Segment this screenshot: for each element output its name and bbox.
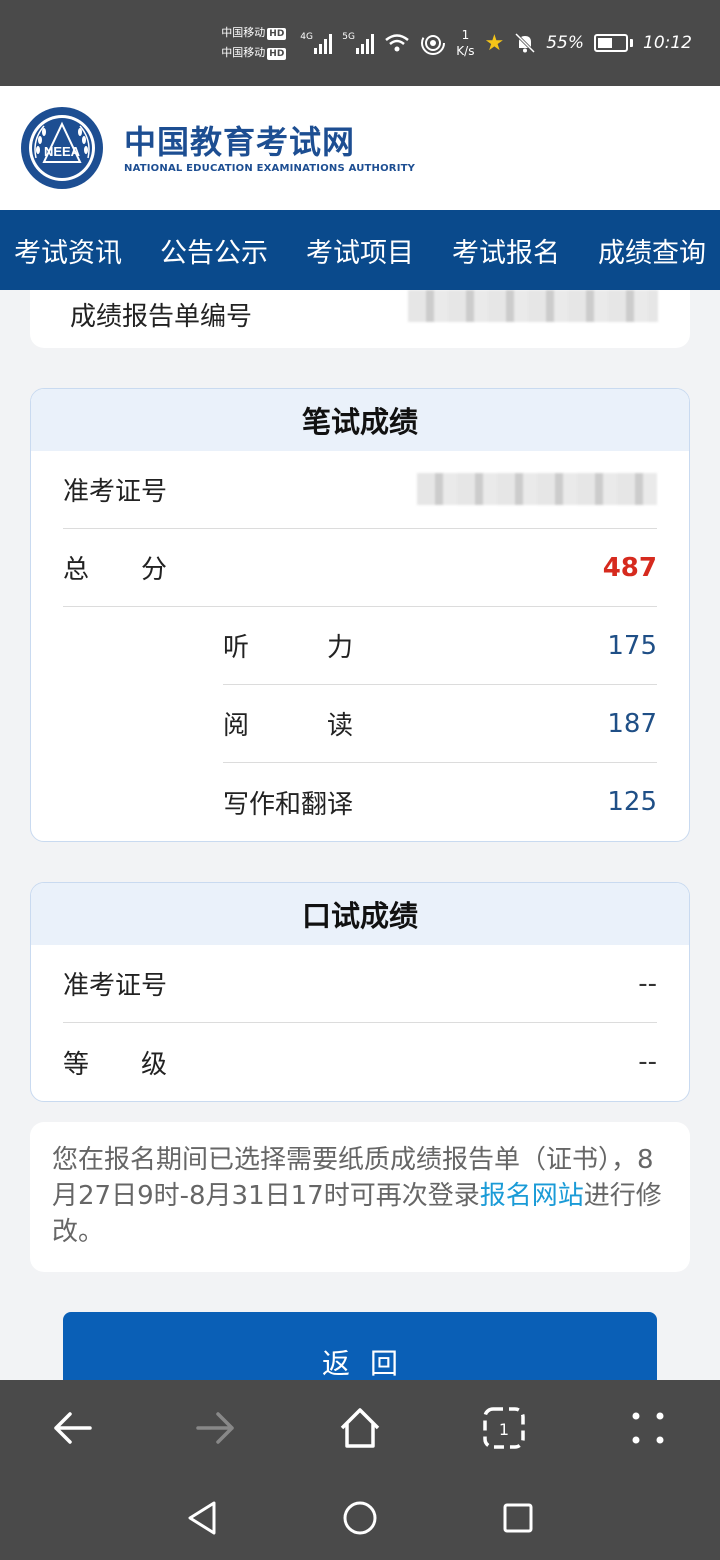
system-back-icon[interactable]: [178, 1494, 226, 1542]
carrier-info: 中国移动 HD 中国移动 HD: [221, 23, 287, 63]
nav-item-exam-news[interactable]: 考试资讯: [14, 231, 122, 270]
system-nav-bar: [0, 1476, 720, 1560]
nav-item-announcements[interactable]: 公告公示: [160, 231, 268, 270]
oral-ticket-value: --: [638, 968, 657, 999]
menu-dots-icon[interactable]: [624, 1404, 672, 1452]
oral-grade-label: 等 级: [63, 1049, 168, 1080]
nav-item-registration[interactable]: 考试报名: [452, 231, 560, 270]
oral-grade-value: --: [638, 1047, 657, 1077]
wifi-icon: [385, 34, 410, 52]
browser-toolbar: 1: [0, 1380, 720, 1476]
hd-badge: HD: [267, 28, 287, 40]
ticket-label: 准考证号: [63, 477, 168, 507]
system-home-icon[interactable]: [336, 1494, 384, 1542]
back-button[interactable]: 返回: [63, 1312, 657, 1380]
carrier-2: 中国移动: [221, 46, 266, 59]
listening-score-value: 175: [607, 630, 657, 661]
star-icon: ★: [484, 30, 505, 56]
listening-row: 听 力 175: [223, 607, 657, 685]
site-name-cn: 中国教育考试网: [124, 122, 356, 161]
hotspot-icon: [421, 31, 446, 55]
site-name-en: NATIONAL EDUCATION EXAMINATIONS AUTHORIT…: [124, 162, 416, 174]
nav-item-score-query[interactable]: 成绩查询: [598, 231, 706, 270]
battery-icon: [594, 34, 633, 52]
redacted-report-number: [408, 290, 658, 322]
svg-text:NEEA: NEEA: [44, 144, 81, 159]
writing-translation-score-value: 125: [607, 787, 657, 817]
writing-translation-label: 写作和翻译: [223, 789, 354, 820]
carrier-1: 中国移动: [221, 26, 266, 39]
oral-ticket-label: 准考证号: [63, 971, 168, 1001]
reading-score-value: 187: [607, 708, 657, 739]
site-brand[interactable]: 中国教育考试网 NATIONAL EDUCATION EXAMINATIONS …: [124, 123, 415, 174]
total-label: 总 分: [63, 555, 168, 585]
oral-score-card: 口试成绩 准考证号 -- 等 级 --: [30, 882, 690, 1102]
site-header: NEEA 中国教育考试网 NATIONAL EDUCATION EXAMINAT…: [0, 86, 720, 210]
reading-label: 阅 读: [223, 711, 354, 741]
nav-item-exam-programs[interactable]: 考试项目: [306, 231, 414, 270]
paper-report-notice: 您在报名期间已选择需要纸质成绩报告单（证书），8月27日9时-8月31日17时可…: [30, 1122, 690, 1272]
oral-grade-row: 等 级 --: [63, 1023, 657, 1101]
total-score-value: 487: [602, 552, 657, 583]
home-icon[interactable]: [336, 1404, 384, 1452]
mute-bell-icon: [515, 32, 536, 54]
neea-logo[interactable]: NEEA: [20, 106, 104, 190]
page-content: 成绩报告单编号 笔试成绩 准考证号 总 分 487 听 力 175 阅 读 18…: [0, 290, 720, 1380]
forward-arrow-icon[interactable]: [192, 1404, 240, 1452]
total-score-row: 总 分 487: [63, 529, 657, 607]
battery-percent: 55%: [546, 33, 584, 53]
oral-score-title: 口试成绩: [31, 883, 689, 945]
signal-5g-icon: 5G: [342, 32, 375, 54]
status-bar: 中国移动 HD 中国移动 HD 4G 5G 1 K/s ★ 55% 10:12: [0, 0, 720, 86]
signal-4g-icon: 4G: [300, 32, 333, 54]
written-score-title: 笔试成绩: [31, 389, 689, 451]
report-number-card: 成绩报告单编号: [30, 290, 690, 348]
clock: 10:12: [643, 33, 692, 53]
system-recents-icon[interactable]: [494, 1494, 542, 1542]
written-ticket-row: 准考证号: [63, 451, 657, 529]
net-speed: 1 K/s: [456, 28, 475, 58]
report-number-label: 成绩报告单编号: [70, 302, 253, 332]
written-score-card: 笔试成绩 准考证号 总 分 487 听 力 175 阅 读 187 写作和翻译 …: [30, 388, 690, 842]
reading-row: 阅 读 187: [223, 685, 657, 763]
main-nav: 考试资讯 公告公示 考试项目 考试报名 成绩查询: [0, 210, 720, 290]
registration-site-link[interactable]: 报名网站: [480, 1181, 584, 1211]
redacted-ticket-number: [417, 473, 657, 505]
back-arrow-icon[interactable]: [48, 1404, 96, 1452]
writing-translation-row: 写作和翻译 125: [223, 763, 657, 841]
oral-ticket-row: 准考证号 --: [63, 945, 657, 1023]
hd-badge: HD: [267, 48, 287, 60]
svg-text:1: 1: [499, 1420, 509, 1439]
listening-label: 听 力: [223, 633, 354, 663]
tabs-icon[interactable]: 1: [480, 1404, 528, 1452]
